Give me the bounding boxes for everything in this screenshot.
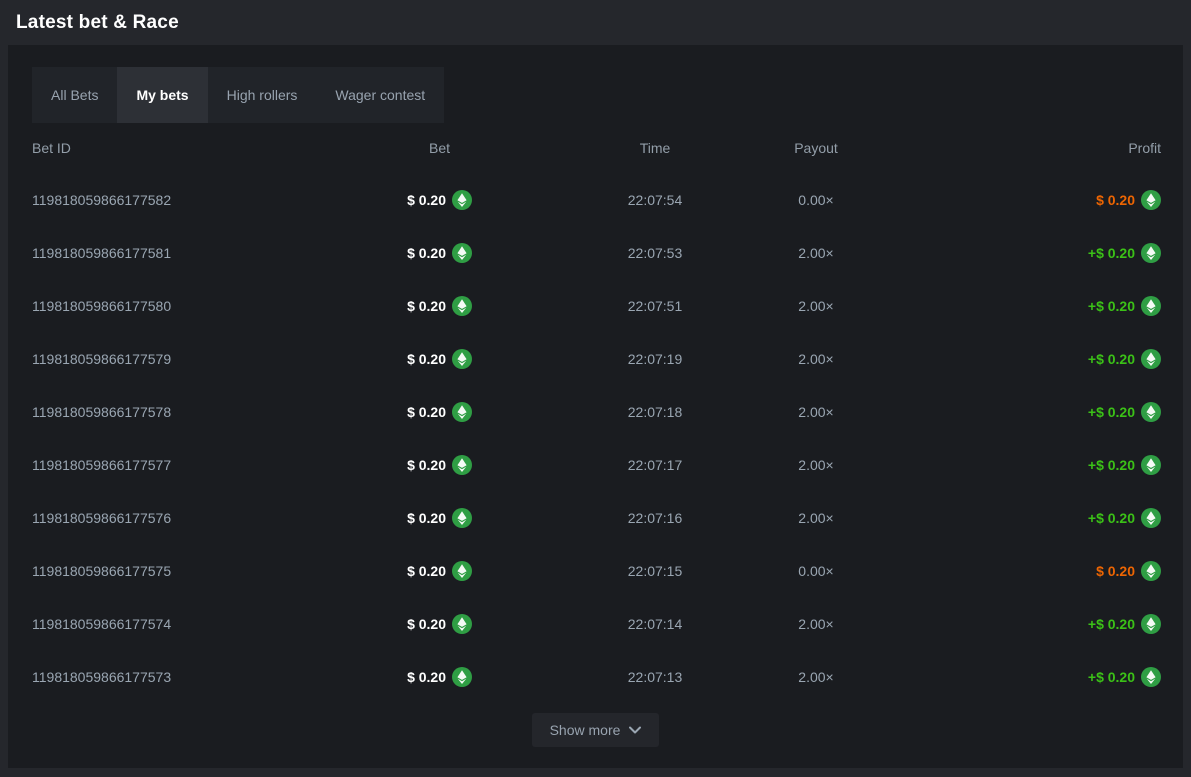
bet-amount-cell: $ 0.20 [312,667,555,687]
payout-cell: 2.00× [755,669,877,685]
profit-cell: +$ 0.20 [877,667,1161,687]
table-row[interactable]: 119818059866177576 $ 0.20 22:07:16 2.00×… [32,491,1161,544]
bet-id-cell: 119818059866177578 [32,404,312,420]
profit-cell: +$ 0.20 [877,349,1161,369]
column-header-time: Time [555,140,755,156]
profit-cell: +$ 0.20 [877,243,1161,263]
tab-all-bets[interactable]: All Bets [32,67,117,123]
bet-id-cell: 119818059866177580 [32,298,312,314]
table-row[interactable]: 119818059866177577 $ 0.20 22:07:17 2.00×… [32,438,1161,491]
profit-cell: +$ 0.20 [877,296,1161,316]
eth-coin-icon [452,402,472,422]
column-header-profit: Profit [877,140,1161,156]
eth-coin-icon [452,243,472,263]
bet-amount-cell: $ 0.20 [312,296,555,316]
eth-coin-icon [452,508,472,528]
payout-cell: 0.00× [755,563,877,579]
bet-amount-cell: $ 0.20 [312,561,555,581]
eth-coin-icon [1141,667,1161,687]
tab-my-bets[interactable]: My bets [117,67,207,123]
bet-id-cell: 119818059866177576 [32,510,312,526]
eth-coin-icon [1141,296,1161,316]
eth-coin-icon [1141,614,1161,634]
eth-coin-icon [1141,561,1161,581]
chevron-down-icon [629,726,641,734]
time-cell: 22:07:51 [555,298,755,314]
bet-amount-cell: $ 0.20 [312,614,555,634]
table-row[interactable]: 119818059866177574 $ 0.20 22:07:14 2.00×… [32,597,1161,650]
time-cell: 22:07:16 [555,510,755,526]
eth-coin-icon [452,614,472,634]
show-more-label: Show more [550,722,621,738]
profit-cell: +$ 0.20 [877,455,1161,475]
table-row[interactable]: 119818059866177573 $ 0.20 22:07:13 2.00×… [32,650,1161,703]
table-row[interactable]: 119818059866177582 $ 0.20 22:07:54 0.00×… [32,173,1161,226]
tab-high-rollers[interactable]: High rollers [208,67,317,123]
bet-id-cell: 119818059866177581 [32,245,312,261]
bet-amount-cell: $ 0.20 [312,190,555,210]
payout-cell: 2.00× [755,510,877,526]
tab-wager-contest[interactable]: Wager contest [316,67,444,123]
payout-cell: 2.00× [755,457,877,473]
table-row[interactable]: 119818059866177580 $ 0.20 22:07:51 2.00×… [32,279,1161,332]
time-cell: 22:07:18 [555,404,755,420]
bet-amount-cell: $ 0.20 [312,349,555,369]
column-header-bet-id: Bet ID [32,140,312,156]
table-row[interactable]: 119818059866177579 $ 0.20 22:07:19 2.00×… [32,332,1161,385]
eth-coin-icon [452,667,472,687]
section-header: Latest bet & Race [0,0,1191,45]
profit-cell: $ 0.20 [877,190,1161,210]
eth-coin-icon [452,296,472,316]
eth-coin-icon [452,190,472,210]
table-body: 119818059866177582 $ 0.20 22:07:54 0.00×… [32,173,1161,703]
column-header-bet: Bet [312,140,555,156]
bets-tab-bar: All Bets My bets High rollers Wager cont… [32,67,444,123]
eth-coin-icon [452,455,472,475]
time-cell: 22:07:15 [555,563,755,579]
eth-coin-icon [1141,402,1161,422]
payout-cell: 0.00× [755,192,877,208]
bet-amount-cell: $ 0.20 [312,508,555,528]
time-cell: 22:07:19 [555,351,755,367]
time-cell: 22:07:53 [555,245,755,261]
payout-cell: 2.00× [755,298,877,314]
bet-id-cell: 119818059866177579 [32,351,312,367]
bet-id-cell: 119818059866177577 [32,457,312,473]
table-row[interactable]: 119818059866177581 $ 0.20 22:07:53 2.00×… [32,226,1161,279]
payout-cell: 2.00× [755,616,877,632]
bets-panel: All Bets My bets High rollers Wager cont… [8,45,1183,768]
profit-cell: +$ 0.20 [877,614,1161,634]
eth-coin-icon [1141,190,1161,210]
bet-amount-cell: $ 0.20 [312,455,555,475]
bets-table: Bet ID Bet Time Payout Profit 1198180598… [32,123,1161,703]
profit-cell: $ 0.20 [877,561,1161,581]
table-row[interactable]: 119818059866177578 $ 0.20 22:07:18 2.00×… [32,385,1161,438]
time-cell: 22:07:17 [555,457,755,473]
profit-cell: +$ 0.20 [877,508,1161,528]
time-cell: 22:07:54 [555,192,755,208]
eth-coin-icon [452,349,472,369]
bet-amount-cell: $ 0.20 [312,402,555,422]
bet-id-cell: 119818059866177573 [32,669,312,685]
table-header-row: Bet ID Bet Time Payout Profit [32,123,1161,173]
page-title: Latest bet & Race [16,12,179,34]
payout-cell: 2.00× [755,404,877,420]
eth-coin-icon [1141,349,1161,369]
eth-coin-icon [1141,455,1161,475]
payout-cell: 2.00× [755,351,877,367]
show-more-button[interactable]: Show more [532,713,660,747]
bet-amount-cell: $ 0.20 [312,243,555,263]
eth-coin-icon [1141,508,1161,528]
eth-coin-icon [452,561,472,581]
bet-id-cell: 119818059866177575 [32,563,312,579]
payout-cell: 2.00× [755,245,877,261]
eth-coin-icon [1141,243,1161,263]
column-header-payout: Payout [755,140,877,156]
bet-id-cell: 119818059866177574 [32,616,312,632]
time-cell: 22:07:13 [555,669,755,685]
bet-id-cell: 119818059866177582 [32,192,312,208]
table-row[interactable]: 119818059866177575 $ 0.20 22:07:15 0.00×… [32,544,1161,597]
profit-cell: +$ 0.20 [877,402,1161,422]
time-cell: 22:07:14 [555,616,755,632]
